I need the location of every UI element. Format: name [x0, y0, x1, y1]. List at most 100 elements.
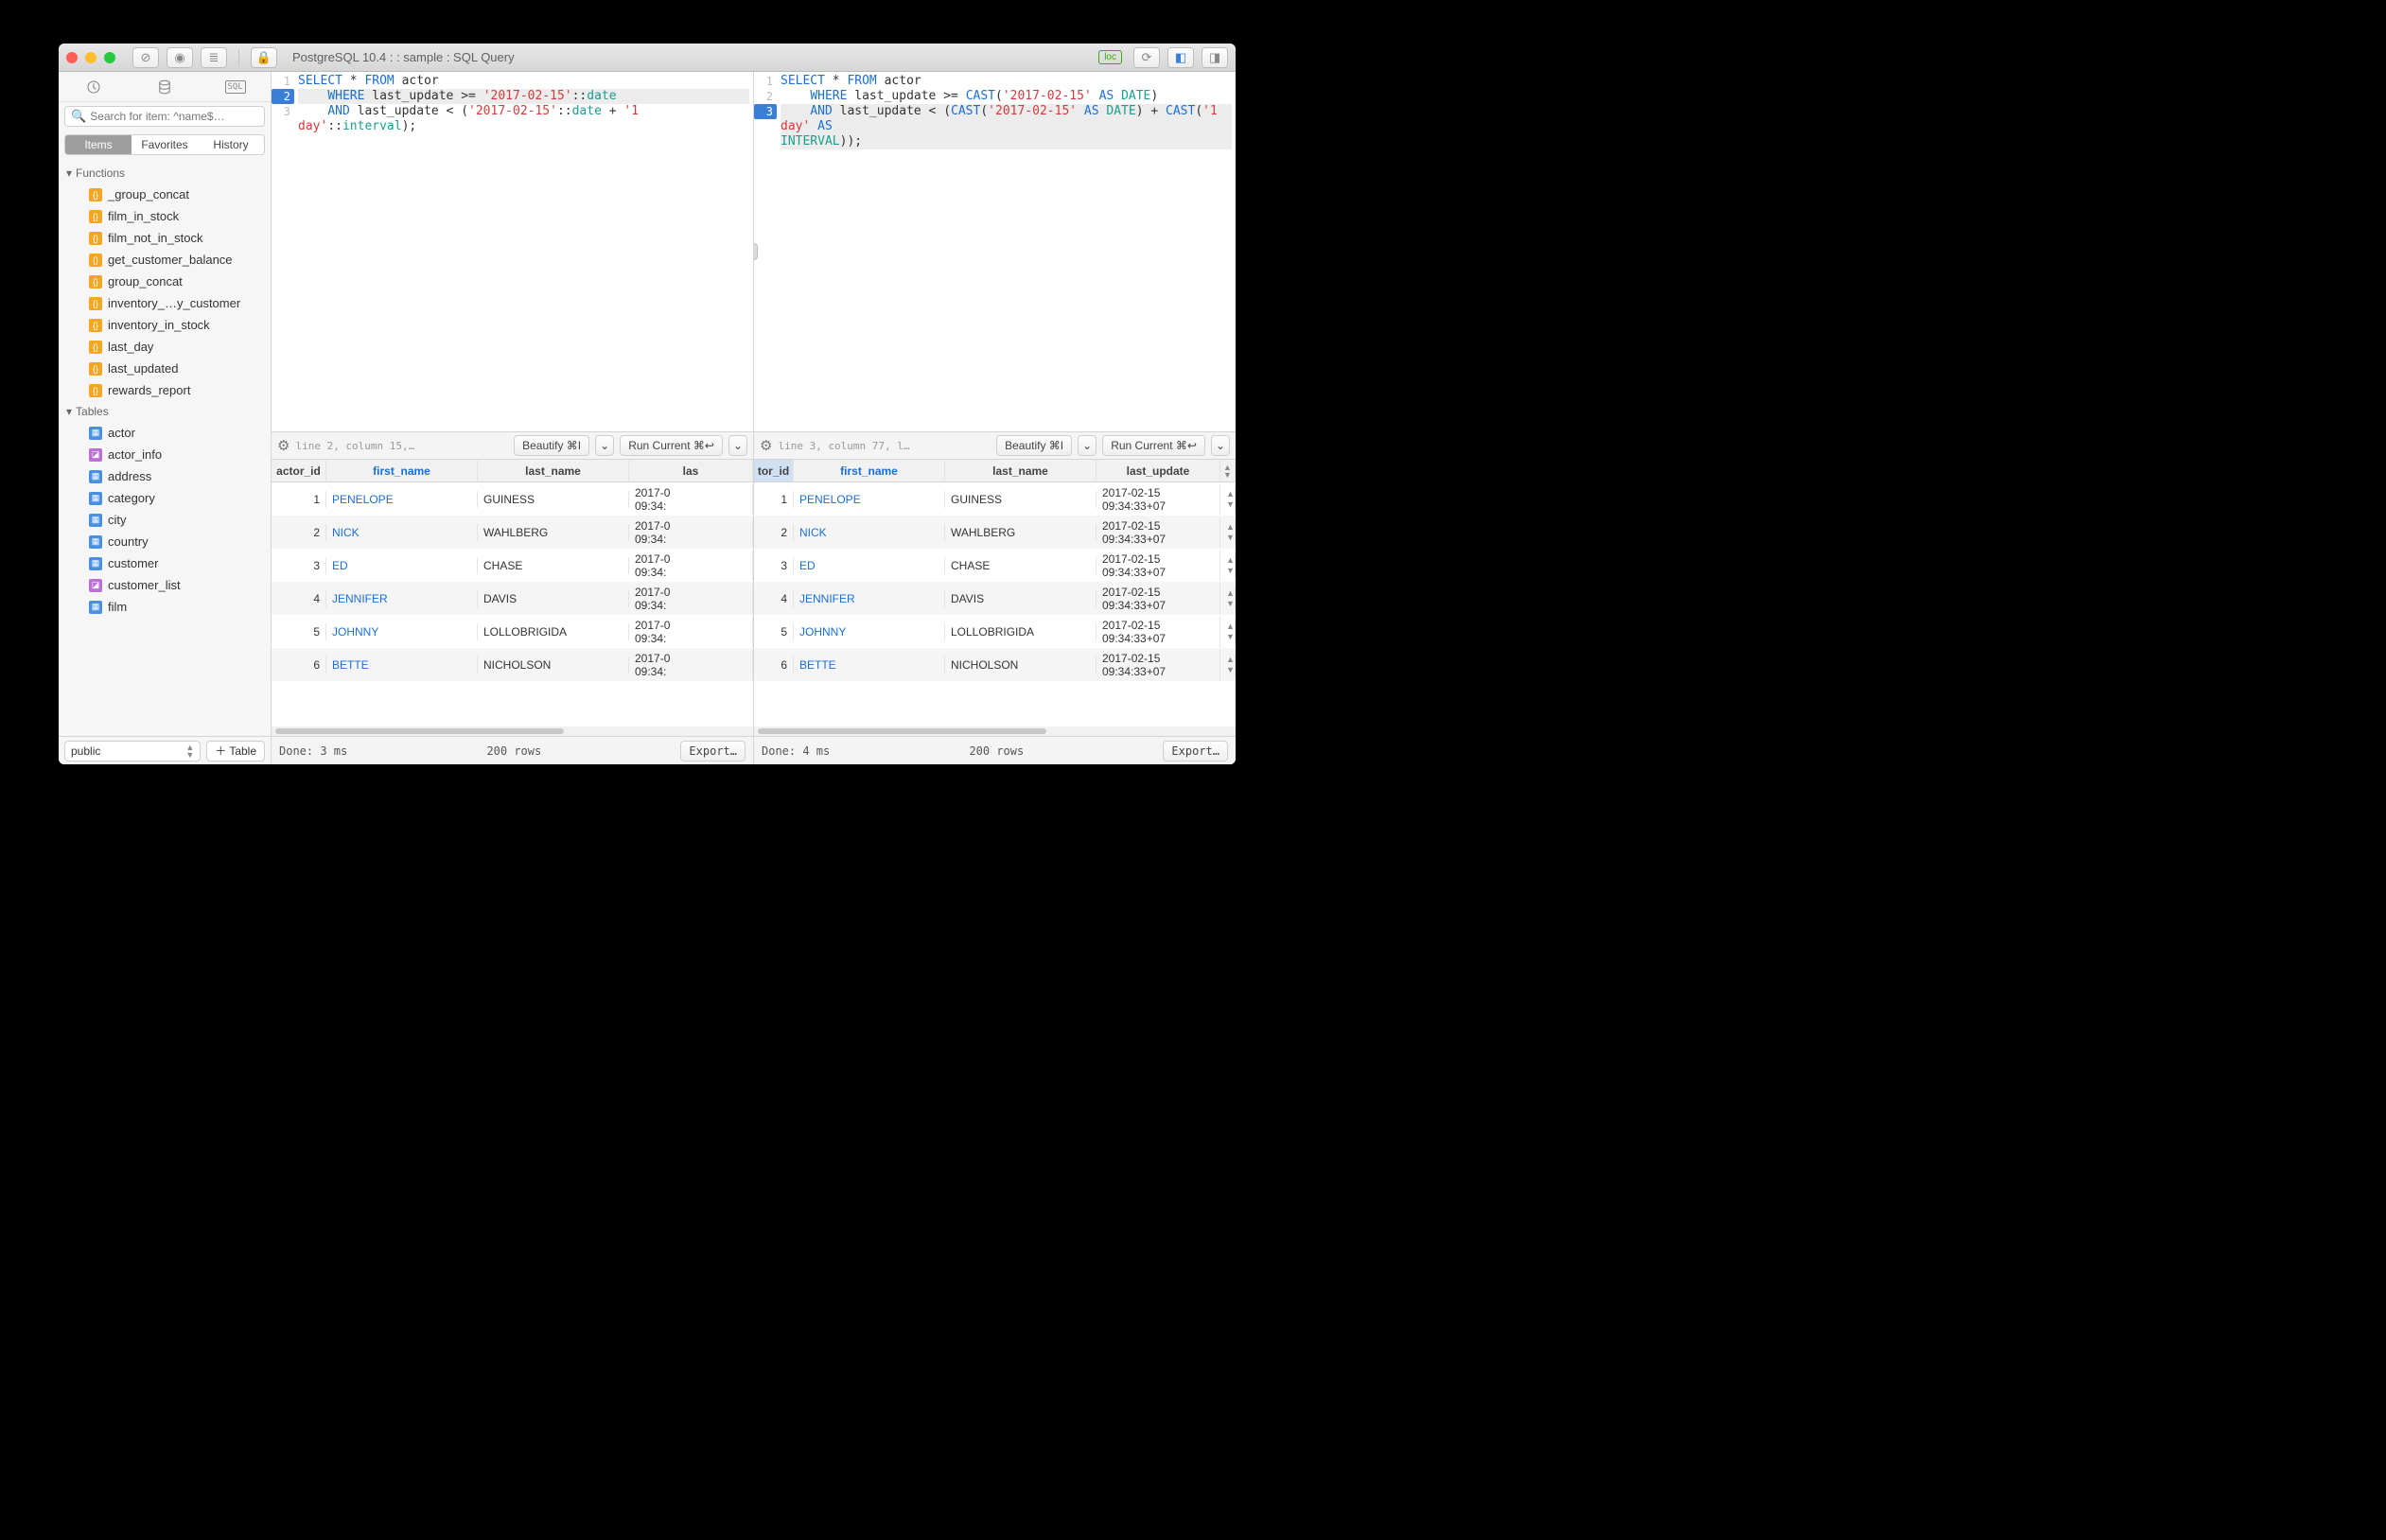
tree-item[interactable]: {}_group_concat [59, 184, 271, 205]
seg-history[interactable]: History [198, 135, 264, 154]
tree-item[interactable]: {}group_concat [59, 271, 271, 292]
maximize-window-button[interactable] [104, 52, 115, 63]
tree-item[interactable]: {}inventory_…y_customer [59, 292, 271, 314]
cell[interactable]: 2017-0 09:34: [629, 551, 753, 581]
gear-icon[interactable]: ⚙ [277, 437, 289, 454]
cell[interactable]: DAVIS [478, 590, 629, 607]
cell[interactable]: LOLLOBRIGIDA [945, 623, 1097, 640]
cell[interactable]: 2017-02-15 09:34:33+07 [1097, 617, 1220, 647]
cell[interactable]: 2017-0 09:34: [629, 617, 753, 647]
seg-items[interactable]: Items [65, 135, 132, 154]
tree-item[interactable]: {}last_updated [59, 358, 271, 379]
column-header[interactable]: last_name [478, 460, 629, 481]
column-header[interactable]: las [629, 460, 753, 481]
tree-group-functions[interactable]: ▾ Functions [59, 163, 271, 184]
sql-editor[interactable]: 123SELECT * FROM actor WHERE last_update… [272, 72, 753, 431]
export-button[interactable]: Export… [680, 741, 746, 761]
cell[interactable]: 1 [272, 491, 326, 508]
view-icon[interactable]: ◉ [167, 47, 193, 68]
table-row[interactable]: 2NICKWAHLBERG2017-02-15 09:34:33+07▲▼ [754, 516, 1236, 549]
cell[interactable]: NICHOLSON [478, 656, 629, 674]
cell[interactable]: LOLLOBRIGIDA [478, 623, 629, 640]
results-grid[interactable]: actor_idfirst_namelast_namelas1PENELOPEG… [272, 460, 753, 736]
cell[interactable]: GUINESS [945, 491, 1097, 508]
cell[interactable]: PENELOPE [794, 491, 945, 508]
cell[interactable]: 6 [272, 656, 326, 674]
cell[interactable]: 3 [272, 557, 326, 574]
scroll-thumb[interactable] [275, 728, 564, 734]
cell[interactable]: NICK [326, 524, 478, 541]
tree-item[interactable]: {}last_day [59, 336, 271, 358]
beautify-button[interactable]: Beautify ⌘I [514, 435, 589, 456]
table-row[interactable]: 3EDCHASE2017-0 09:34: [272, 549, 753, 582]
run-button[interactable]: Run Current ⌘↩ [620, 435, 723, 456]
cell[interactable]: 2 [754, 524, 794, 541]
sql-editor[interactable]: 123SELECT * FROM actor WHERE last_update… [754, 72, 1236, 431]
cell[interactable]: 4 [754, 590, 794, 607]
table-row[interactable]: 4JENNIFERDAVIS2017-02-15 09:34:33+07▲▼ [754, 582, 1236, 615]
sort-indicator[interactable]: ▲▼ [1220, 460, 1236, 481]
cell[interactable]: 2017-0 09:34: [629, 517, 753, 548]
scroll-thumb[interactable] [758, 728, 1046, 734]
cell[interactable]: 3 [754, 557, 794, 574]
table-row[interactable]: 4JENNIFERDAVIS2017-0 09:34: [272, 582, 753, 615]
column-header[interactable]: actor_id [272, 460, 326, 481]
tree-item[interactable]: ▦country [59, 531, 271, 552]
results-grid[interactable]: tor_idfirst_namelast_namelast_update▲▼1P… [754, 460, 1236, 736]
cell[interactable]: WAHLBERG [945, 524, 1097, 541]
beautify-dropdown[interactable]: ⌄ [1078, 435, 1097, 456]
run-button[interactable]: Run Current ⌘↩ [1102, 435, 1205, 456]
gear-icon[interactable]: ⚙ [760, 437, 772, 454]
table-row[interactable]: 2NICKWAHLBERG2017-0 09:34: [272, 516, 753, 549]
cell[interactable]: 2017-0 09:34: [629, 650, 753, 680]
table-row[interactable]: 1PENELOPEGUINESS2017-0 09:34: [272, 482, 753, 516]
table-row[interactable]: 1PENELOPEGUINESS2017-02-15 09:34:33+07▲▼ [754, 482, 1236, 516]
cell[interactable]: 1 [754, 491, 794, 508]
cell[interactable]: CHASE [945, 557, 1097, 574]
table-row[interactable]: 5JOHNNYLOLLOBRIGIDA2017-02-15 09:34:33+0… [754, 615, 1236, 648]
list-icon[interactable]: ≣ [201, 47, 227, 68]
cell[interactable]: 6 [754, 656, 794, 674]
close-window-button[interactable] [66, 52, 78, 63]
code-area[interactable]: SELECT * FROM actor WHERE last_update >=… [294, 72, 753, 431]
object-tree[interactable]: ▾ Functions{}_group_concat{}film_in_stoc… [59, 159, 271, 736]
cell[interactable]: 2017-02-15 09:34:33+07 [1097, 517, 1220, 548]
cell[interactable]: JOHNNY [794, 623, 945, 640]
table-row[interactable]: 6BETTENICHOLSON2017-02-15 09:34:33+07▲▼ [754, 648, 1236, 681]
tree-item[interactable]: {}rewards_report [59, 379, 271, 401]
add-table-button[interactable]: ＋ Table [206, 741, 265, 761]
export-button[interactable]: Export… [1163, 741, 1228, 761]
cell[interactable]: 4 [272, 590, 326, 607]
cell[interactable]: DAVIS [945, 590, 1097, 607]
cell[interactable]: 2017-02-15 09:34:33+07 [1097, 484, 1220, 515]
column-header[interactable]: tor_id [754, 460, 794, 481]
table-row[interactable]: 6BETTENICHOLSON2017-0 09:34: [272, 648, 753, 681]
cell[interactable]: NICK [794, 524, 945, 541]
sidebar-filter-segment[interactable]: Items Favorites History [64, 134, 265, 155]
cell[interactable]: 5 [754, 623, 794, 640]
cell[interactable]: JOHNNY [326, 623, 478, 640]
sidebar-search[interactable]: 🔍 [64, 106, 265, 127]
column-header[interactable]: first_name [326, 460, 478, 481]
table-row[interactable]: 5JOHNNYLOLLOBRIGIDA2017-0 09:34: [272, 615, 753, 648]
beautify-dropdown[interactable]: ⌄ [595, 435, 614, 456]
horizontal-scrollbar[interactable] [272, 726, 753, 736]
tree-item[interactable]: ▦category [59, 487, 271, 509]
column-header[interactable]: last_update [1097, 460, 1220, 481]
run-dropdown[interactable]: ⌄ [1211, 435, 1230, 456]
refresh-icon[interactable]: ⟳ [1133, 47, 1160, 68]
cell[interactable]: BETTE [794, 656, 945, 674]
beautify-button[interactable]: Beautify ⌘I [996, 435, 1072, 456]
seg-favorites[interactable]: Favorites [132, 135, 198, 154]
tree-item[interactable]: ◪actor_info [59, 444, 271, 465]
tree-item[interactable]: ▦film [59, 596, 271, 618]
tree-item[interactable]: ▦customer [59, 552, 271, 574]
cell[interactable]: WAHLBERG [478, 524, 629, 541]
tree-item[interactable]: ▦address [59, 465, 271, 487]
cell[interactable]: GUINESS [478, 491, 629, 508]
tree-item[interactable]: {}film_in_stock [59, 205, 271, 227]
cell[interactable]: 2017-02-15 09:34:33+07 [1097, 584, 1220, 614]
cancel-icon[interactable]: ⊘ [132, 47, 159, 68]
cell[interactable]: PENELOPE [326, 491, 478, 508]
column-header[interactable]: first_name [794, 460, 945, 481]
